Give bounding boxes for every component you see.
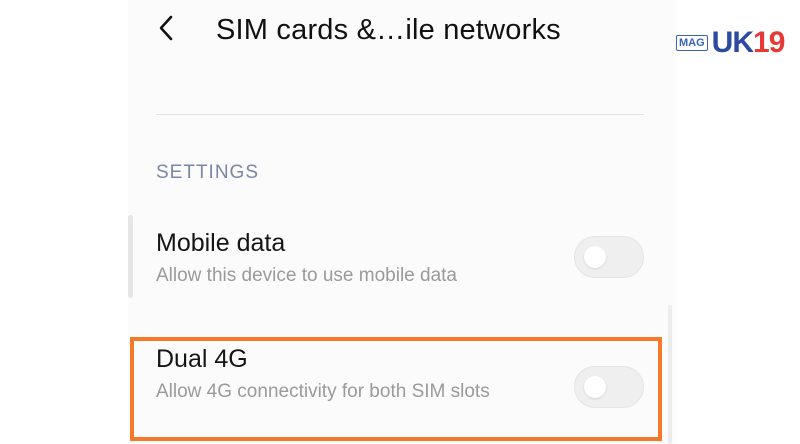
mobile-data-toggle[interactable]: [574, 236, 644, 278]
section-divider: [156, 114, 644, 115]
screen: SIM cards &…ile networks MAG UK19 SETTIN…: [0, 0, 800, 444]
toggle-knob: [584, 246, 606, 268]
chevron-left-icon: [157, 14, 175, 47]
setting-title: Mobile data: [156, 229, 286, 257]
back-button[interactable]: [152, 12, 180, 48]
page-title: SIM cards &…ile networks: [216, 13, 561, 46]
scrollbar-right[interactable]: [668, 305, 672, 444]
watermark-logo: MAG UK19: [676, 26, 786, 59]
logo-brand-accent: 19: [753, 26, 785, 59]
setting-subtitle: Allow this device to use mobile data: [156, 265, 457, 286]
section-title-settings: SETTINGS: [156, 162, 260, 183]
setting-row-mobile-data[interactable]: Mobile data Allow this device to use mob…: [156, 228, 646, 289]
scrollbar[interactable]: [128, 215, 133, 298]
logo-brand-main: UK: [711, 26, 754, 59]
logo-brand: UK19: [711, 26, 786, 59]
highlight-box: [130, 337, 662, 441]
logo-mag-badge: MAG: [676, 35, 708, 51]
app-header: SIM cards &…ile networks: [152, 8, 561, 52]
